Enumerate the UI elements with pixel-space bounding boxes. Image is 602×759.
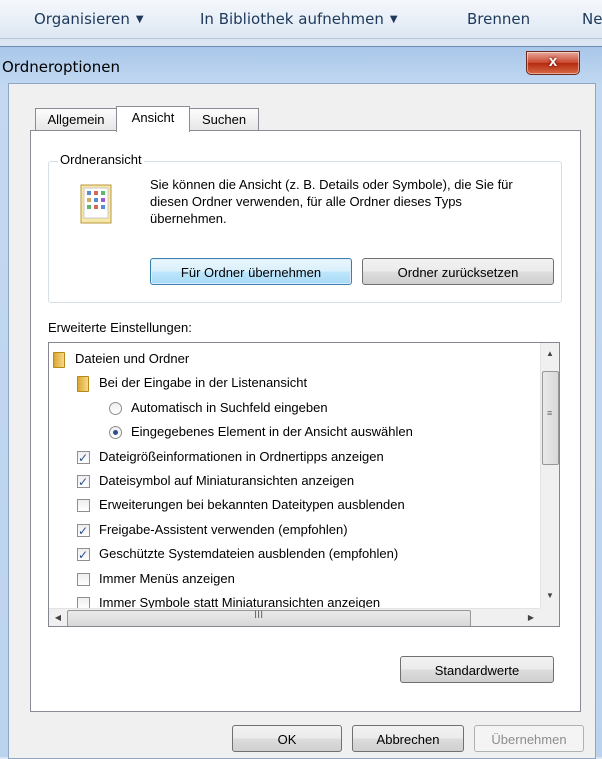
restore-defaults-button[interactable]: Standardwerte <box>400 656 554 683</box>
apply-to-folders-button[interactable]: Für Ordner übernehmen <box>150 258 352 285</box>
folder-view-description: Sie können die Ansicht (z. B. Details od… <box>150 177 513 226</box>
tab-general[interactable]: Allgemein <box>35 108 117 131</box>
checkbox[interactable] <box>77 448 90 468</box>
checkbox[interactable] <box>77 499 90 513</box>
new-folder-button[interactable]: Ne <box>582 10 602 28</box>
checkbox[interactable] <box>77 472 90 492</box>
chevron-down-icon: ▼ <box>389 14 398 25</box>
burn-button[interactable]: Brennen <box>467 10 530 28</box>
tab-view[interactable]: Ansicht <box>116 106 190 132</box>
checkbox[interactable] <box>77 545 90 565</box>
horizontal-scrollbar[interactable]: ◀ III ▶ <box>49 608 540 626</box>
apply-button[interactable]: Übernehmen <box>474 725 584 752</box>
tree-item-label: Dateigrößeinformationen in Ordnertipps a… <box>99 448 384 464</box>
tree-item-label: Dateisymbol auf Miniaturansichten anzeig… <box>99 473 355 488</box>
checkbox[interactable] <box>77 521 90 541</box>
cancel-button[interactable]: Abbrechen <box>352 725 464 752</box>
tree-item-label: Bei der Eingabe in der Listenansicht <box>99 375 308 391</box>
tree-item-label: Dateien und Ordner <box>75 351 190 366</box>
library-label: In Bibliothek aufnehmen <box>200 10 384 28</box>
vertical-scrollbar[interactable]: ▲ ≡ ▼ <box>540 343 559 608</box>
grip-icon: III <box>254 609 264 621</box>
tree-item-label: Eingegebenes Element in der Ansicht ausw… <box>131 424 413 440</box>
radio-button[interactable] <box>109 401 122 415</box>
folder-icon <box>53 352 65 368</box>
radio-button[interactable] <box>109 426 122 440</box>
close-button[interactable]: x <box>526 51 580 75</box>
checkbox[interactable] <box>77 572 90 586</box>
scroll-left-icon[interactable]: ◀ <box>49 609 67 626</box>
advanced-settings-label: Erweiterte Einstellungen: <box>48 320 192 335</box>
reset-folders-button[interactable]: Ordner zurücksetzen <box>362 258 554 285</box>
tree-item-label: Automatisch in Suchfeld eingeben <box>131 399 328 415</box>
organize-menu[interactable]: Organisieren ▼ <box>34 10 144 28</box>
dialog-title: Ordneroptionen <box>2 58 120 76</box>
advanced-settings-list[interactable]: Dateien und Ordner Bei der Eingabe in der… <box>48 342 560 627</box>
tree-item-label: Geschützte Systemdateien ausblenden (emp… <box>99 546 399 562</box>
tab-search[interactable]: Suchen <box>189 108 259 131</box>
organize-label: Organisieren <box>34 10 130 28</box>
folder-view-icon <box>80 184 112 224</box>
ok-button[interactable]: OK <box>232 725 342 752</box>
chevron-down-icon: ▼ <box>135 14 144 25</box>
grip-icon: ≡ <box>547 408 553 418</box>
close-icon: x <box>548 53 558 70</box>
scroll-right-icon[interactable]: ▶ <box>522 609 540 626</box>
vertical-scroll-thumb[interactable]: ≡ <box>542 371 559 465</box>
tree-item-label: Erweiterungen bei bekannten Dateitypen a… <box>99 497 405 513</box>
tree-item-label: Immer Menüs anzeigen <box>99 570 235 586</box>
folder-icon <box>77 376 89 393</box>
tree-item-label: Freigabe-Assistent verwenden (empfohlen) <box>99 521 348 537</box>
scroll-down-icon[interactable]: ▼ <box>541 587 559 604</box>
explorer-command-bar: Organisieren ▼ In Bibliothek aufnehmen ▼ B… <box>0 0 602 39</box>
scrollbar-corner <box>540 608 559 626</box>
folder-view-label: Ordneransicht <box>58 152 144 167</box>
library-menu[interactable]: In Bibliothek aufnehmen ▼ <box>200 10 398 28</box>
scroll-up-icon[interactable]: ▲ <box>541 345 559 362</box>
horizontal-scroll-thumb[interactable]: III <box>67 609 471 626</box>
